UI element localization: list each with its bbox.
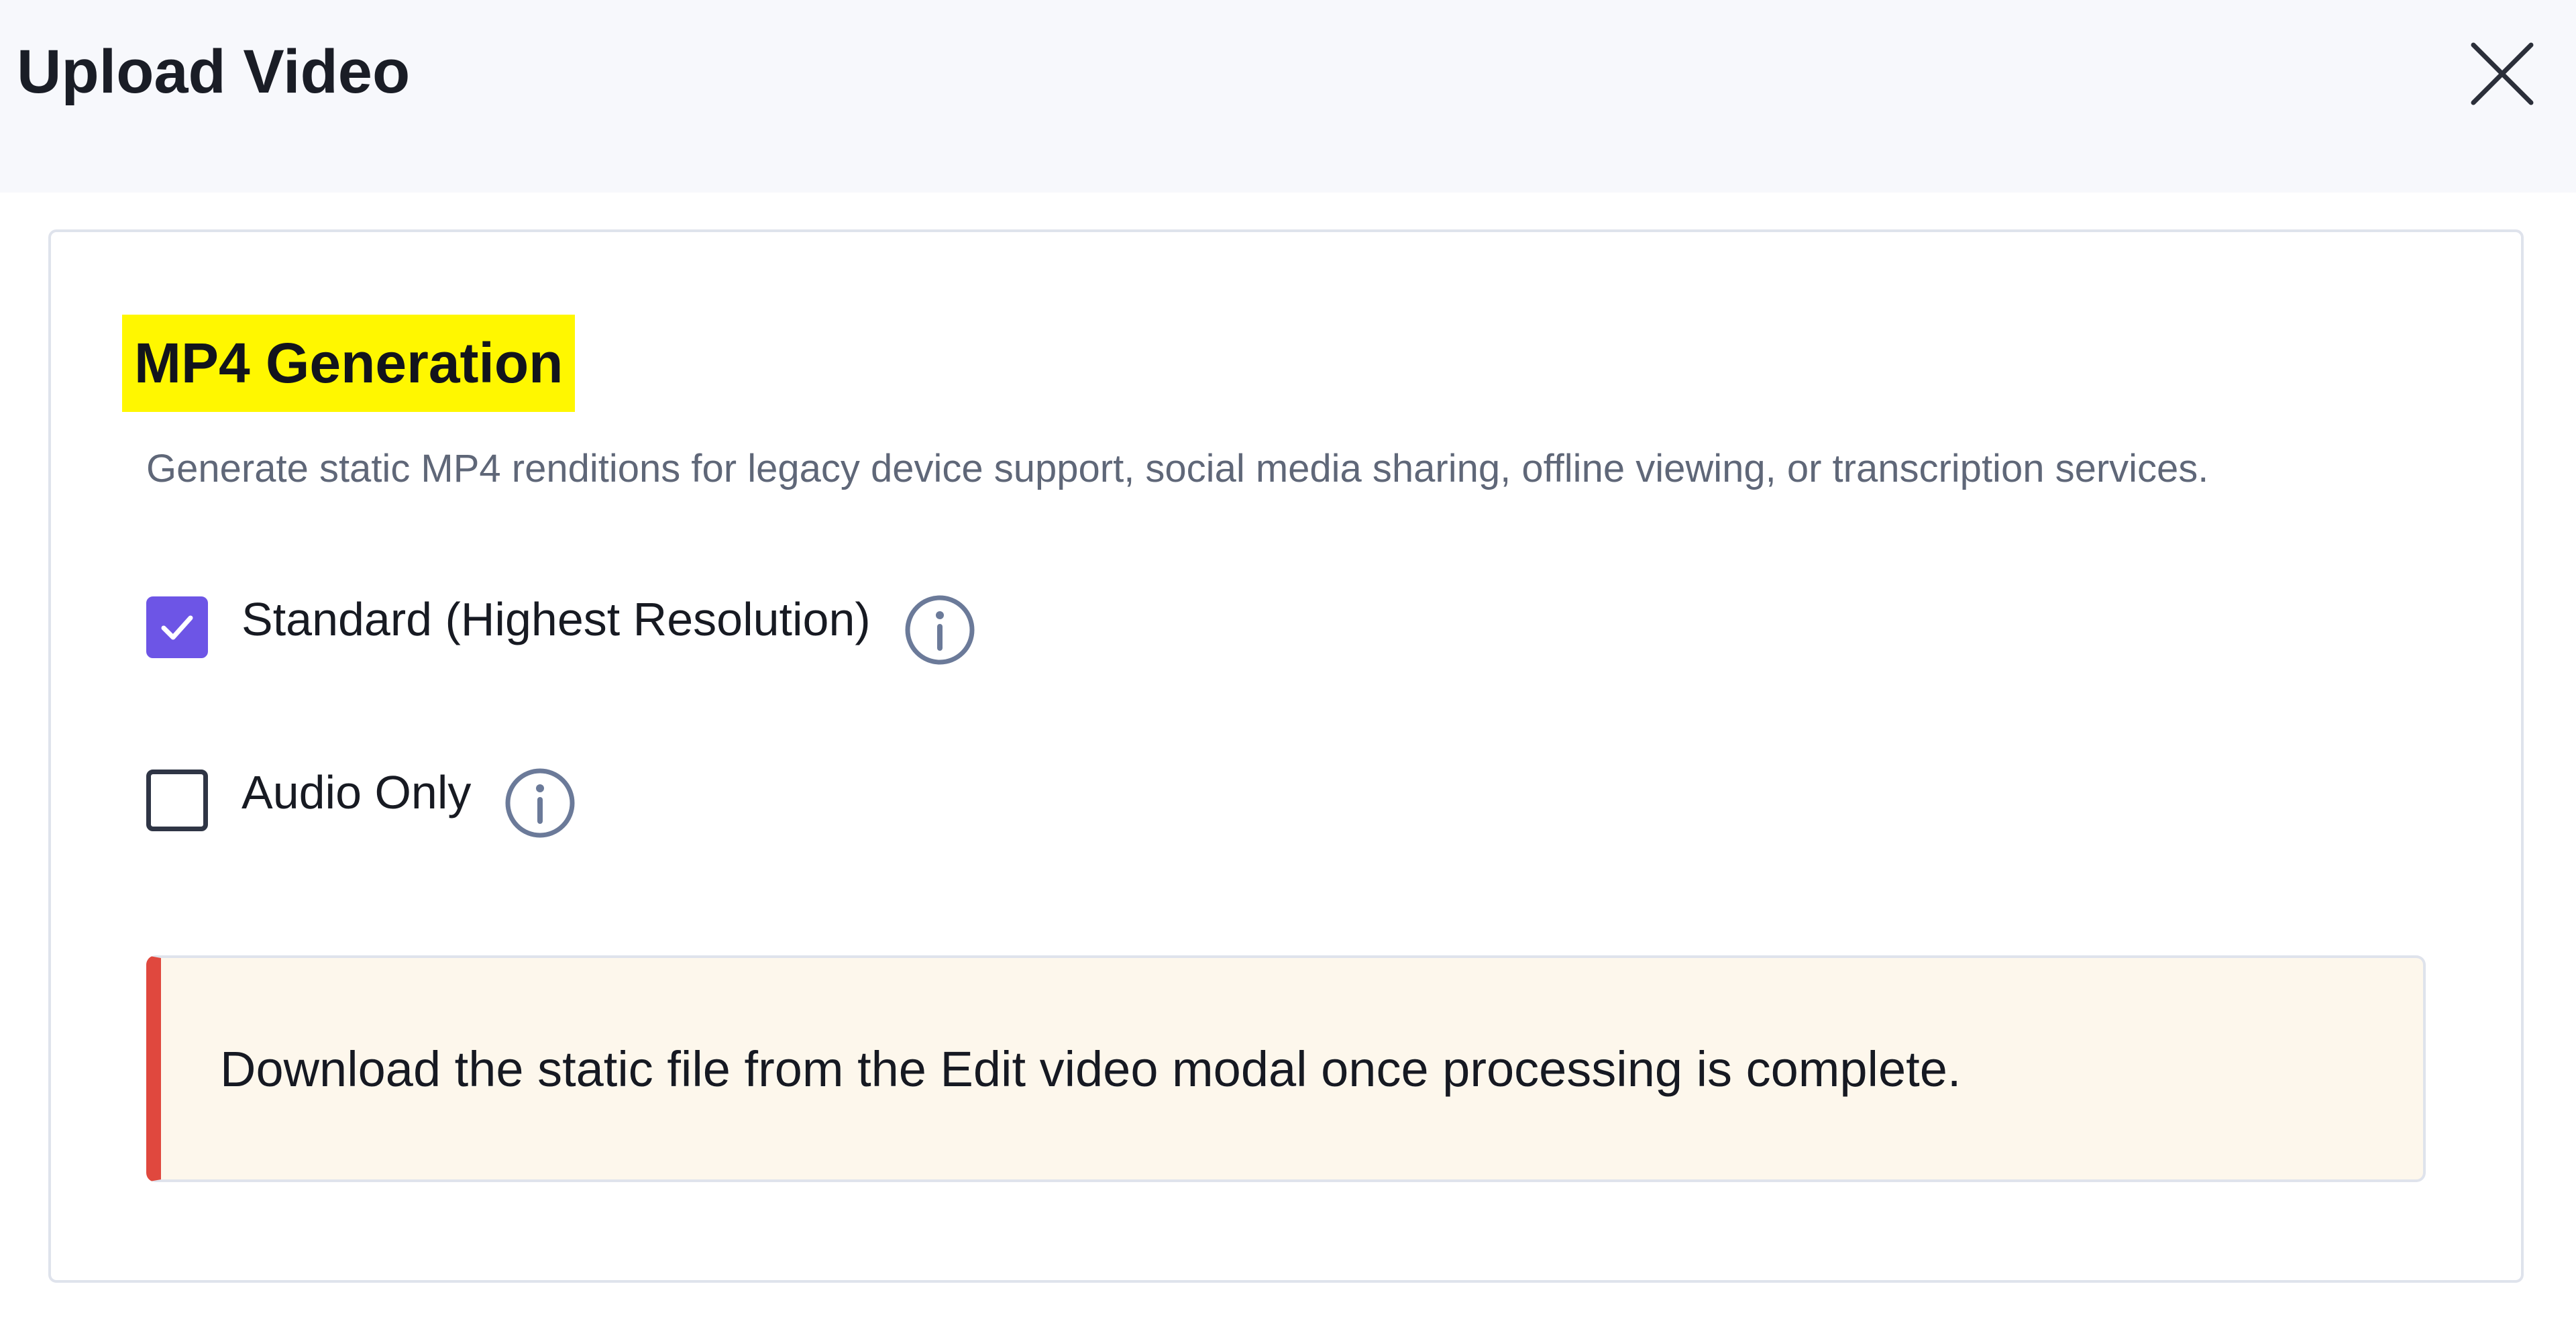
- alert-text: Download the static file from the Edit v…: [220, 1041, 1962, 1097]
- processing-alert: Download the static file from the Edit v…: [146, 955, 2426, 1182]
- close-icon: [2471, 42, 2534, 105]
- option-standard[interactable]: Standard (Highest Resolution): [146, 590, 977, 667]
- standard-checkbox[interactable]: [146, 596, 208, 658]
- audio-only-checkbox[interactable]: [146, 770, 208, 831]
- section-title: MP4 Generation: [134, 331, 564, 394]
- option-audio-only[interactable]: Audio Only: [146, 763, 577, 840]
- section-title-highlight: MP4 Generation: [122, 315, 576, 412]
- close-button[interactable]: [2465, 37, 2539, 111]
- standard-label: Standard (Highest Resolution): [241, 593, 871, 645]
- dialog-header: Upload Video: [0, 0, 2576, 193]
- checkmark-icon: [161, 615, 193, 640]
- info-icon[interactable]: [903, 593, 977, 667]
- dialog-title: Upload Video: [17, 38, 411, 106]
- section-description: Generate static MP4 renditions for legac…: [146, 447, 2209, 490]
- info-icon[interactable]: [503, 766, 577, 840]
- audio-only-label: Audio Only: [241, 766, 472, 818]
